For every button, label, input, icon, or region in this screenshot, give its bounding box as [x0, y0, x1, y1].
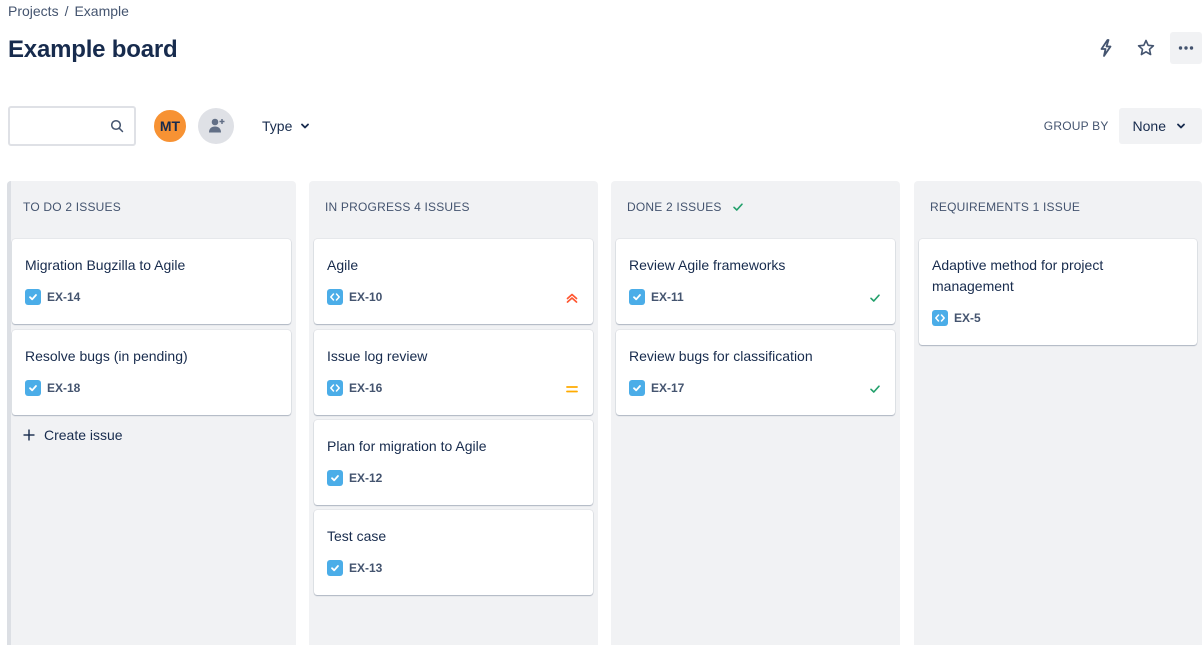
done-check-icon — [870, 385, 880, 393]
issue-meta: EX-14 — [25, 289, 80, 305]
issue-title: Test case — [327, 528, 387, 544]
add-person-icon — [209, 118, 225, 133]
lightning-icon — [1100, 39, 1112, 57]
medium-priority-icon — [566, 386, 578, 393]
issue-title: Adaptive method for project management — [932, 257, 1104, 294]
column-scroll-edge — [7, 181, 11, 645]
breadcrumb-separator: / — [64, 3, 69, 19]
header-actions — [1090, 32, 1202, 64]
done-check-icon — [732, 203, 743, 211]
group-by-value: None — [1132, 118, 1166, 134]
more-actions-button[interactable] — [1170, 32, 1202, 64]
breadcrumb-projects-link[interactable]: Projects — [8, 3, 59, 19]
star-button[interactable] — [1130, 32, 1162, 64]
task-icon — [629, 289, 645, 305]
highest-priority-icon — [566, 293, 578, 303]
issue-key[interactable]: EX-12 — [349, 471, 382, 485]
plus-icon — [23, 429, 35, 441]
column-done: DONE 2 ISSUES Review Agile frameworks EX… — [611, 181, 900, 645]
issue-card[interactable]: Adaptive method for project management E… — [919, 239, 1197, 345]
chevron-down-icon — [301, 123, 310, 129]
page-title: Example board — [8, 36, 178, 63]
column-todo: TO DO 2 ISSUES Migration Bugzilla to Agi… — [7, 181, 296, 645]
column-header: IN PROGRESS 4 ISSUES — [309, 181, 598, 233]
search-box — [8, 106, 136, 146]
group-by-dropdown[interactable]: None — [1118, 108, 1202, 144]
issue-card[interactable]: Agile EX-10 — [314, 239, 593, 324]
column-title: TO DO 2 ISSUES — [23, 200, 121, 214]
automation-button[interactable] — [1090, 32, 1122, 64]
star-icon — [1137, 39, 1155, 56]
avatar-initials: MT — [159, 118, 181, 134]
issue-key[interactable]: EX-5 — [954, 311, 981, 325]
issue-title: Migration Bugzilla to Agile — [25, 257, 186, 273]
issue-meta: EX-16 — [327, 380, 382, 396]
issue-title: Review Agile frameworks — [629, 257, 786, 273]
issue-meta: EX-18 — [25, 380, 80, 396]
search-input[interactable] — [10, 108, 100, 144]
issue-key[interactable]: EX-10 — [349, 290, 382, 304]
issue-key[interactable]: EX-11 — [651, 290, 684, 304]
board: TO DO 2 ISSUES Migration Bugzilla to Agi… — [7, 181, 1202, 645]
group-by: GROUP BY None — [1044, 108, 1202, 144]
type-filter-dropdown[interactable]: Type — [254, 106, 318, 146]
column-title: IN PROGRESS 4 ISSUES — [325, 200, 470, 214]
column-title: DONE 2 ISSUES — [627, 200, 722, 214]
column-title: REQUIREMENTS 1 ISSUE — [930, 200, 1081, 214]
avatar[interactable]: MT — [152, 108, 188, 144]
issue-card[interactable]: Issue log review EX-16 — [314, 330, 593, 415]
issue-meta: EX-12 — [327, 470, 382, 486]
issue-card[interactable]: Review Agile frameworks EX-11 — [616, 239, 895, 324]
issue-title: Review bugs for classification — [629, 348, 813, 364]
breadcrumb: Projects / Example — [8, 3, 129, 19]
story-icon — [327, 380, 343, 396]
issue-meta: EX-10 — [327, 289, 382, 305]
story-icon — [327, 289, 343, 305]
issue-meta: EX-13 — [327, 560, 382, 576]
issue-title: Agile — [327, 257, 359, 273]
done-check-icon — [870, 294, 880, 302]
column-requirements: REQUIREMENTS 1 ISSUE Adaptive method for… — [914, 181, 1202, 645]
issue-card[interactable]: Plan for migration to Agile EX-12 — [314, 420, 593, 505]
issue-title: Issue log review — [327, 348, 428, 364]
board-toolbar: MT Type GROUP BY None — [8, 106, 1202, 146]
more-icon — [1178, 46, 1194, 50]
issue-card[interactable]: Migration Bugzilla to Agile EX-14 — [12, 239, 291, 324]
task-icon — [327, 470, 343, 486]
issue-card[interactable]: Test case EX-13 — [314, 510, 593, 595]
create-issue-label: Create issue — [44, 427, 123, 443]
add-people-button[interactable] — [198, 108, 234, 144]
chevron-down-icon — [1177, 123, 1185, 129]
breadcrumb-example-link[interactable]: Example — [74, 3, 128, 19]
issue-key[interactable]: EX-13 — [349, 561, 382, 575]
task-icon — [25, 289, 41, 305]
issue-key[interactable]: EX-14 — [47, 290, 80, 304]
issue-key[interactable]: EX-17 — [651, 381, 684, 395]
column-in-progress: IN PROGRESS 4 ISSUES Agile EX-10 Issue l… — [309, 181, 598, 645]
search-icon — [110, 119, 124, 133]
group-by-label: GROUP BY — [1043, 119, 1109, 133]
task-icon — [327, 560, 343, 576]
issue-key[interactable]: EX-18 — [47, 381, 80, 395]
issue-title: Resolve bugs (in pending) — [25, 348, 188, 364]
issue-card[interactable]: Resolve bugs (in pending) EX-18 — [12, 330, 291, 415]
issue-meta: EX-11 — [629, 289, 684, 305]
issue-meta: EX-5 — [932, 310, 981, 326]
type-filter-label: Type — [262, 118, 293, 134]
issue-meta: EX-17 — [629, 380, 684, 396]
task-icon — [25, 380, 41, 396]
issue-card[interactable]: Review bugs for classification EX-17 — [616, 330, 895, 415]
column-header: TO DO 2 ISSUES — [7, 181, 296, 233]
create-issue-button[interactable]: Create issue — [22, 427, 123, 443]
issue-title: Plan for migration to Agile — [327, 438, 487, 454]
task-icon — [629, 380, 645, 396]
column-header: DONE 2 ISSUES — [611, 181, 900, 233]
column-header: REQUIREMENTS 1 ISSUE — [914, 181, 1202, 233]
story-icon — [932, 310, 948, 326]
issue-key[interactable]: EX-16 — [349, 381, 382, 395]
